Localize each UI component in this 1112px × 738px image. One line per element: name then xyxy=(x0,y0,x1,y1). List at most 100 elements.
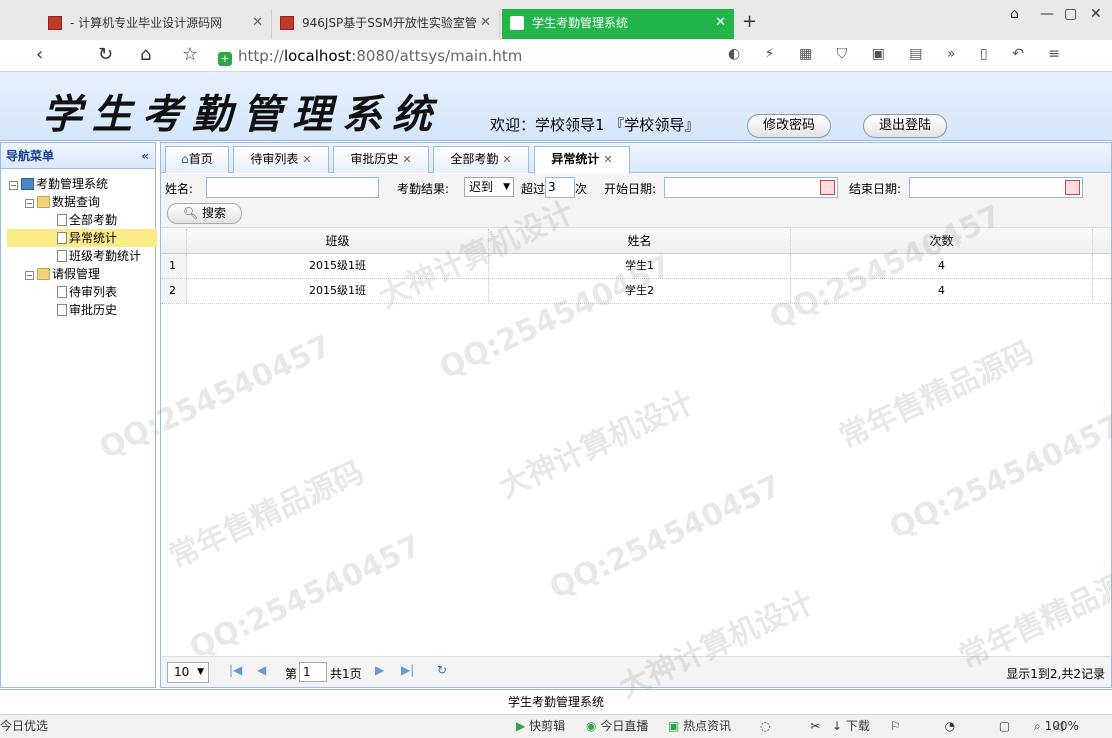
status-today-picks[interactable]: 今日优选 xyxy=(0,715,48,738)
chevron-down-icon: ▼ xyxy=(197,667,204,677)
close-tab-icon[interactable]: ✕ xyxy=(603,153,612,166)
end-date-label: 结束日期: xyxy=(849,182,902,196)
collapse-toggle-icon[interactable]: − xyxy=(9,181,18,190)
browser-tab[interactable]: - 计算机专业毕业设计源码网 ✕ xyxy=(40,9,272,39)
tab-label: 待审列表 xyxy=(250,152,299,166)
row-number-header xyxy=(161,229,187,253)
table-row[interactable]: 2 2015级1班 学生2 4 xyxy=(161,279,1111,304)
close-tab-icon[interactable]: ✕ xyxy=(502,153,511,166)
collapse-toggle-icon[interactable]: − xyxy=(25,199,34,208)
favicon-icon xyxy=(510,16,524,30)
collapse-toggle-icon[interactable]: − xyxy=(25,271,34,280)
tree-node-label: 班级考勤统计 xyxy=(69,249,142,263)
cell-name: 学生2 xyxy=(489,279,791,303)
tab-all-attendance[interactable]: 全部考勤 ✕ xyxy=(433,146,529,173)
tab-pending-list[interactable]: 待审列表 ✕ xyxy=(233,146,329,173)
table-row[interactable]: 1 2015级1班 学生1 4 xyxy=(161,254,1111,279)
reload-icon[interactable]: ↻ xyxy=(98,44,113,65)
tree-node-label: 审批历史 xyxy=(69,303,118,317)
first-page-icon[interactable]: |◀ xyxy=(229,663,242,677)
next-page-icon[interactable]: ▶ xyxy=(375,663,384,677)
tree-node-label: 请假管理 xyxy=(52,267,101,281)
search-icon: 🔍︎ xyxy=(182,206,199,220)
nav-panel-title: 导航菜单 xyxy=(6,149,55,163)
column-header-count[interactable]: 次数 xyxy=(791,229,1093,253)
status-label: 100% xyxy=(1044,719,1079,733)
page-prefix: 第 xyxy=(285,667,298,681)
calendar-icon[interactable] xyxy=(1065,180,1080,195)
tab-approval-history[interactable]: 审批历史 ✕ xyxy=(333,146,429,173)
row-number: 2 xyxy=(161,279,187,303)
grid-header: 班级 姓名 次数 xyxy=(161,229,1111,254)
cell-class: 2015级1班 xyxy=(187,254,489,278)
browser-tab-label: 学生考勤管理系统 xyxy=(532,16,629,30)
close-tab-icon[interactable]: ✕ xyxy=(402,153,411,166)
tab-abnormal-stats[interactable]: 异常统计 ✕ xyxy=(534,146,630,174)
page-size-select[interactable]: 10 ▼ xyxy=(167,662,209,683)
zoom-level[interactable]: ⌕ 100% xyxy=(1034,715,1079,738)
page-number-input[interactable]: 1 xyxy=(299,662,327,682)
tree-node-label: 数据查询 xyxy=(52,195,101,209)
file-icon xyxy=(57,232,67,244)
last-page-icon[interactable]: ▶| xyxy=(401,663,414,677)
status-live[interactable]: ◉ 今日直播 xyxy=(586,715,648,738)
close-window-icon[interactable]: ✕ xyxy=(1090,6,1102,22)
tree-node-abnormal-stats[interactable]: 异常统计 xyxy=(7,229,157,247)
close-tab-icon[interactable]: ✕ xyxy=(252,9,263,37)
status-quick-clip[interactable]: ▶ 快剪辑 xyxy=(516,715,565,738)
new-tab-icon[interactable]: + xyxy=(742,11,757,32)
column-header-name[interactable]: 姓名 xyxy=(489,229,791,253)
tree-node-root[interactable]: − 考勤管理系统 xyxy=(9,175,159,193)
content-panel: ⌂首页 待审列表 ✕ 审批历史 ✕ 全部考勤 ✕ 异常统计 ✕ 姓名: 考勤结果: 迟到… xyxy=(160,142,1112,688)
folder-icon xyxy=(37,196,50,208)
maximize-icon[interactable]: ▢ xyxy=(1064,6,1077,22)
minimize-icon[interactable]: — xyxy=(1040,6,1054,22)
pagination-info: 显示1到2,共2记录 xyxy=(1006,667,1105,681)
download-icon: ↓ xyxy=(832,719,843,733)
folder-icon xyxy=(37,268,50,280)
logout-button[interactable]: 退出登陆 xyxy=(863,114,947,138)
chevron-down-icon: ▼ xyxy=(503,182,510,192)
browser-tab-active[interactable]: 学生考勤管理系统 ✕ xyxy=(502,9,734,39)
nav-panel-header: 导航菜单 « xyxy=(1,143,155,169)
home-icon[interactable]: ⌂ xyxy=(140,44,151,65)
page-size-value: 10 xyxy=(174,665,190,679)
close-tab-icon[interactable]: ✕ xyxy=(302,153,311,166)
back-icon[interactable]: ‹ xyxy=(36,44,43,65)
status-tool-icons[interactable]: ◌ ✂ xyxy=(760,715,838,738)
status-news[interactable]: ▣ 热点资讯 xyxy=(668,715,731,738)
prev-page-icon[interactable]: ◀ xyxy=(257,663,266,677)
column-header-class[interactable]: 班级 xyxy=(187,229,489,253)
close-tab-icon[interactable]: ✕ xyxy=(480,9,491,37)
bookmark-star-icon[interactable]: ☆ xyxy=(182,44,198,65)
refresh-icon[interactable]: ↻ xyxy=(437,663,447,677)
name-label: 姓名: xyxy=(165,182,194,196)
address-bar[interactable]: + http://localhost:8080/attsys/main.htm xyxy=(218,44,718,68)
cell-name: 学生1 xyxy=(489,254,791,278)
tree-node-label: 全部考勤 xyxy=(69,213,118,227)
skin-icon[interactable]: ⌂ xyxy=(1010,6,1019,22)
status-download[interactable]: ↓ 下载 xyxy=(832,715,870,738)
over-label: 超过 xyxy=(521,182,546,196)
tab-home[interactable]: ⌂首页 xyxy=(165,146,229,173)
data-grid: 班级 姓名 次数 1 2015级1班 学生1 4 2 2015级1班 学生2 4 xyxy=(161,229,1111,304)
name-input[interactable] xyxy=(206,177,379,198)
change-password-button[interactable]: 修改密码 xyxy=(747,114,831,138)
calendar-icon[interactable] xyxy=(820,180,835,195)
cell-count: 4 xyxy=(791,254,1093,278)
status-label: 今日直播 xyxy=(600,719,649,733)
browser-tab[interactable]: 946JSP基于SSM开放性实验室管 ✕ xyxy=(272,9,500,39)
tree-node-data-query[interactable]: − 数据查询 xyxy=(25,193,175,211)
end-date-input[interactable] xyxy=(909,177,1083,198)
result-select[interactable]: 迟到 ▼ xyxy=(464,177,514,197)
search-button[interactable]: 🔍︎ 搜索 xyxy=(167,203,242,224)
tree-node-leave-management[interactable]: − 请假管理 xyxy=(25,265,175,283)
close-tab-icon[interactable]: ✕ xyxy=(715,9,726,37)
result-select-value: 迟到 xyxy=(469,180,494,194)
status-label: 下载 xyxy=(845,719,870,733)
extension-icons[interactable]: ◐ ⚡ ▦ ⛉ ▣ ▤ » ▯ ↶ ≡ xyxy=(728,46,1070,62)
collapse-icon[interactable]: « xyxy=(141,143,149,169)
over-count-input[interactable]: 3 xyxy=(545,177,575,198)
start-date-input[interactable] xyxy=(664,177,838,198)
url-host: localhost xyxy=(283,47,352,65)
